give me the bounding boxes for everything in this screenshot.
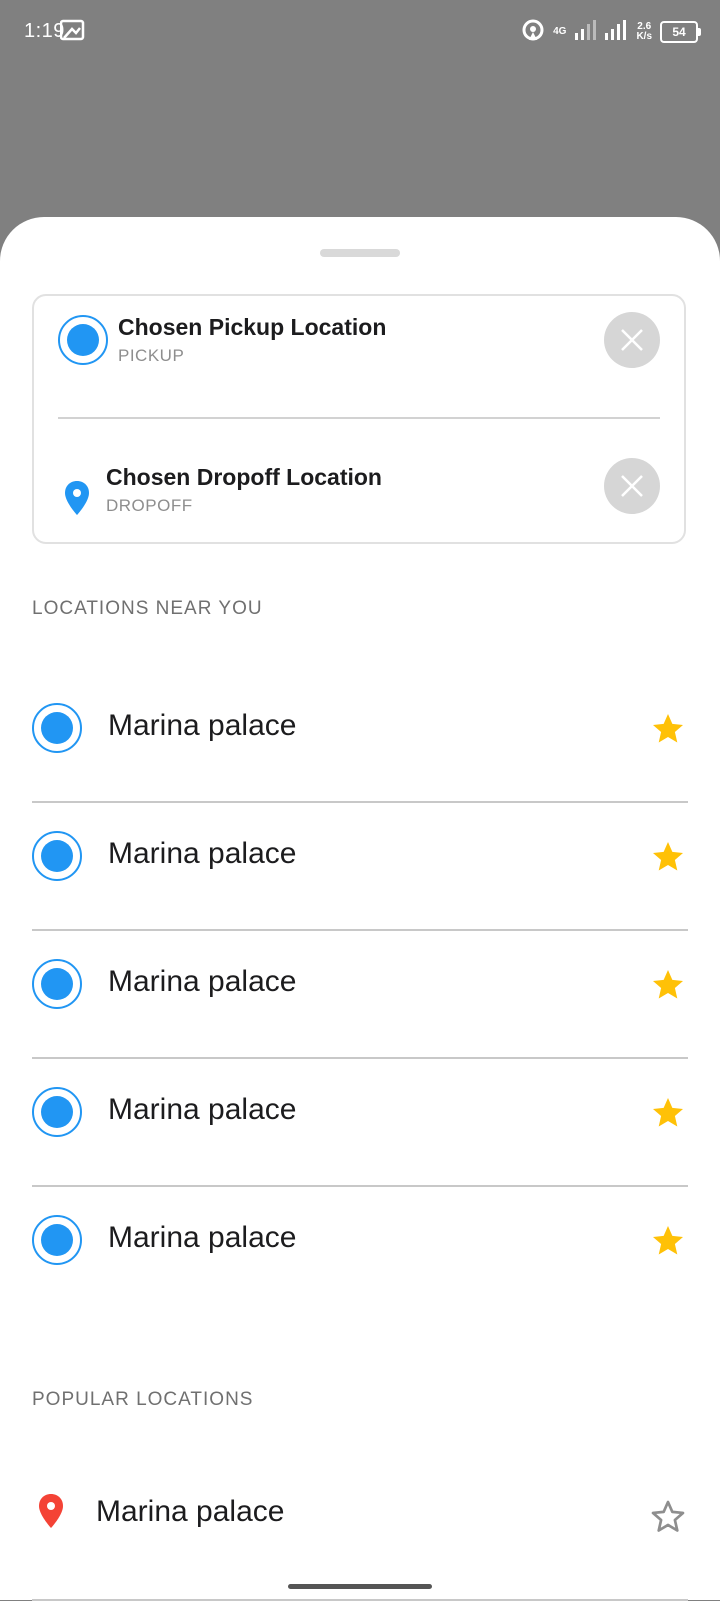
row-divider (32, 1185, 688, 1187)
location-pin-icon (64, 480, 90, 521)
battery-level: 54 (672, 25, 686, 39)
status-bar: 1:19 4G 2.6 K/s 54 (0, 0, 720, 66)
sheet-drag-handle[interactable] (320, 249, 400, 257)
nearby-item[interactable]: Marina palace (32, 1061, 688, 1187)
radio-dot-icon (32, 703, 82, 753)
screencast-icon (59, 19, 86, 43)
star-outline-icon[interactable] (650, 1499, 686, 1535)
signal-icon-2 (604, 19, 628, 46)
star-icon[interactable] (650, 1095, 686, 1131)
network-speed-unit: K/s (636, 31, 652, 42)
status-indicators: 4G 2.6 K/s 54 (521, 16, 701, 48)
radio-dot-icon (32, 831, 82, 881)
pickup-subtitle: PICKUP (118, 346, 185, 365)
location-name: Marina palace (96, 1495, 285, 1528)
nearby-heading: LOCATIONS NEAR YOU (32, 598, 263, 619)
row-divider (32, 929, 688, 931)
battery-icon: 54 (660, 21, 701, 43)
location-name: Marina palace (108, 1093, 297, 1126)
location-name: Marina palace (108, 837, 297, 870)
pickup-title: Chosen Pickup Location (118, 314, 387, 340)
nearby-item[interactable]: Marina palace (32, 1189, 688, 1315)
dropoff-subtitle: DROPOFF (106, 496, 193, 515)
close-icon (621, 475, 643, 497)
dropoff-title: Chosen Dropoff Location (106, 464, 382, 490)
pickup-row[interactable]: Chosen Pickup Location PICKUP (34, 310, 684, 390)
route-card: Chosen Pickup Location PICKUP Chosen Dro… (32, 294, 686, 544)
row-divider (32, 1057, 688, 1059)
star-icon[interactable] (650, 839, 686, 875)
nearby-item[interactable]: Marina palace (32, 933, 688, 1059)
dropoff-row[interactable]: Chosen Dropoff Location DROPOFF (34, 458, 684, 548)
network-type: 4G (553, 26, 567, 37)
radio-dot-icon (32, 1215, 82, 1265)
popular-item[interactable]: Marina palace (32, 1461, 688, 1601)
location-name: Marina palace (108, 965, 297, 998)
hotspot-icon (521, 18, 545, 47)
signal-icon-1 (574, 19, 597, 46)
star-icon[interactable] (650, 1223, 686, 1259)
star-icon[interactable] (650, 967, 686, 1003)
route-divider (58, 417, 660, 419)
radio-dot-icon (58, 315, 108, 365)
location-name: Marina palace (108, 1221, 297, 1254)
clear-dropoff-button[interactable] (604, 458, 660, 514)
status-time: 1:19 (24, 20, 65, 42)
radio-dot-icon (32, 1087, 82, 1137)
row-divider (32, 801, 688, 803)
home-indicator[interactable] (288, 1584, 432, 1589)
radio-dot-icon (32, 959, 82, 1009)
location-pin-icon (38, 1493, 64, 1534)
clear-pickup-button[interactable] (604, 312, 660, 368)
location-name: Marina palace (108, 709, 297, 742)
popular-heading: POPULAR LOCATIONS (32, 1389, 254, 1410)
star-icon[interactable] (650, 711, 686, 747)
location-picker-sheet: Chosen Pickup Location PICKUP Chosen Dro… (0, 217, 720, 1601)
close-icon (621, 329, 643, 351)
nearby-item[interactable]: Marina palace (32, 805, 688, 931)
network-speed: 2.6 K/s (636, 22, 652, 42)
nearby-item[interactable]: Marina palace (32, 677, 688, 803)
